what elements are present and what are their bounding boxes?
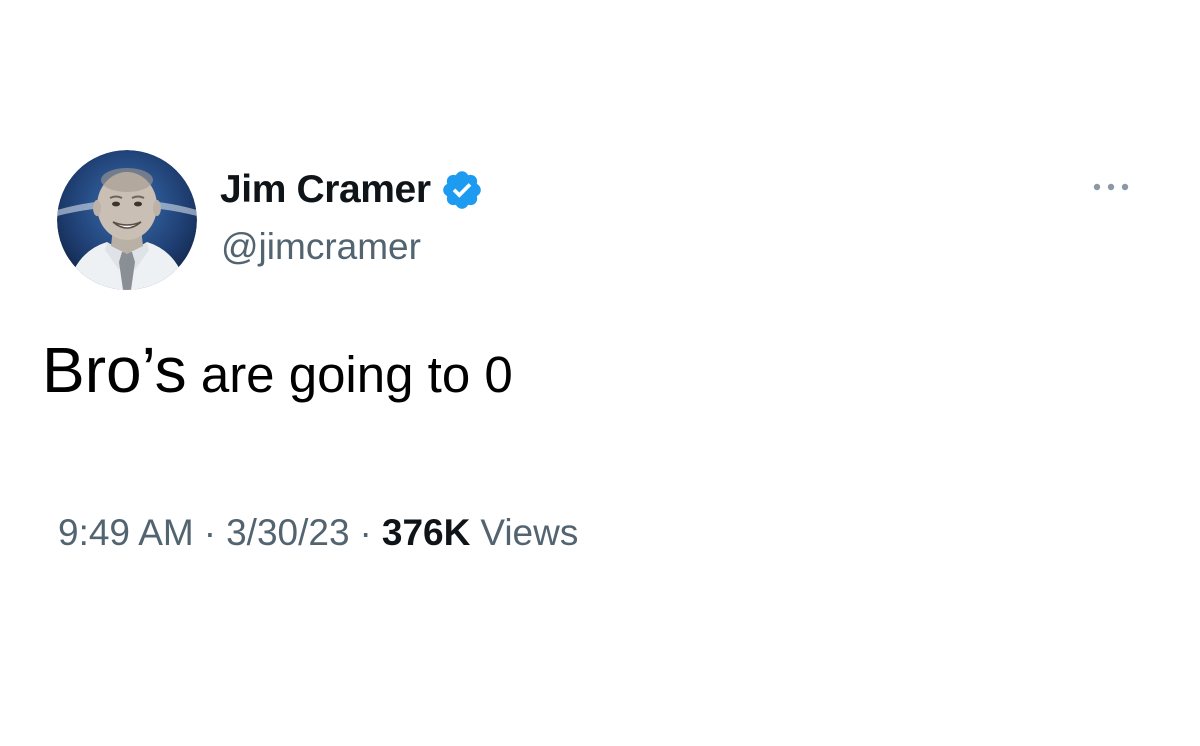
meta-separator: · xyxy=(359,512,372,553)
author-name-row: Jim Cramer xyxy=(220,166,484,214)
tweet-text-part1: Bro’s xyxy=(42,334,187,406)
views-label: Views xyxy=(480,512,579,553)
author-avatar[interactable] xyxy=(57,150,197,290)
more-options-button[interactable] xyxy=(1088,172,1134,202)
tweet-date[interactable]: 3/30/23 xyxy=(226,512,349,554)
tweet-text: Bro’s are going to 0 xyxy=(42,338,513,402)
meta-separator: · xyxy=(203,512,217,553)
tweet-card: Jim Cramer @jimcramer Bro’s are going to… xyxy=(0,0,1200,746)
tweet-meta-row: 9:49 AM · 3/30/23 · 376K Views xyxy=(58,512,578,554)
verified-badge-icon[interactable] xyxy=(440,168,484,212)
tweet-text-part2: are going to 0 xyxy=(186,346,513,403)
tweet-time[interactable]: 9:49 AM xyxy=(58,512,194,554)
avatar-photo-icon xyxy=(57,150,197,290)
author-display-name[interactable]: Jim Cramer xyxy=(220,168,431,212)
views-count[interactable]: 376K xyxy=(382,512,470,554)
author-handle[interactable]: @jimcramer xyxy=(221,226,421,268)
more-dots-icon xyxy=(1093,183,1129,191)
